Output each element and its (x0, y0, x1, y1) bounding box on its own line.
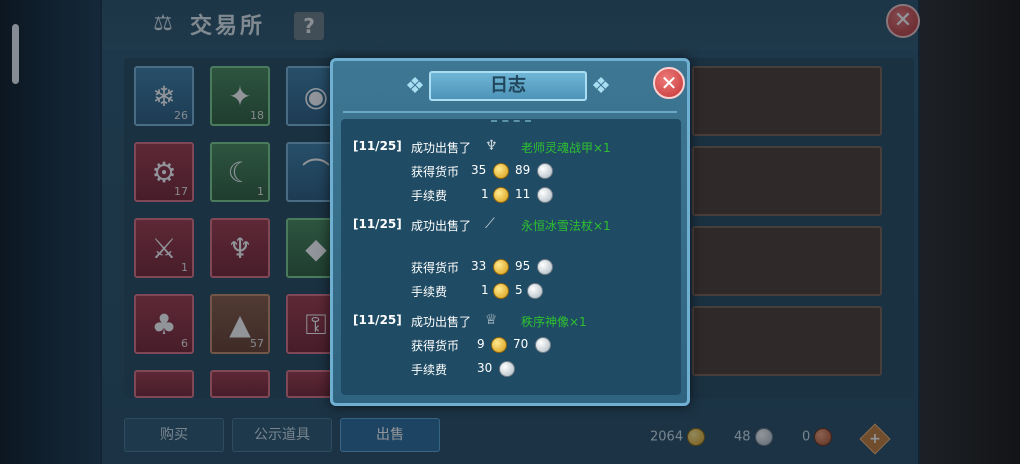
earned-label: 获得货币 (411, 165, 460, 179)
earned-label: 获得货币 (411, 339, 460, 353)
earned-gold: 9 (477, 337, 485, 351)
entry-item-name: 秩序神像×1 (521, 315, 587, 329)
gold-coin-icon (491, 337, 507, 353)
fee-label: 手续费 (411, 189, 448, 203)
silver-coin-icon (537, 187, 553, 203)
earned-silver: 95 (515, 259, 531, 273)
entry-sold-label: 成功出售了 (411, 315, 472, 329)
fee-silver: 11 (515, 187, 531, 201)
gold-coin-icon (493, 187, 509, 203)
divider (343, 111, 677, 113)
fee-silver: 5 (515, 283, 523, 297)
entry-item-name: 永恒冰雪法杖×1 (521, 219, 611, 233)
ornament-right-icon: ❖ (591, 74, 611, 99)
gold-coin-icon (493, 259, 509, 275)
entry-date: [11/25] (353, 139, 402, 153)
earned-silver: 89 (515, 163, 531, 177)
entry-date: [11/25] (353, 217, 402, 231)
gold-coin-icon (493, 283, 509, 299)
silver-coin-icon (527, 283, 543, 299)
log-close-button[interactable]: ✕ (653, 67, 685, 99)
fee-label: 手续费 (411, 285, 448, 299)
silver-coin-icon (499, 361, 515, 377)
earned-gold: 35 (471, 163, 487, 177)
silver-coin-icon (537, 259, 553, 275)
log-title-plate: 日志 (429, 71, 587, 101)
fee-gold: 1 (481, 283, 489, 297)
entry-sold-label: 成功出售了 (411, 219, 472, 233)
entry-date: [11/25] (353, 313, 402, 327)
ornament-left-icon: ❖ (405, 74, 425, 99)
fee-gold: 1 (481, 187, 489, 201)
log-list[interactable]: [11/25] 成功出售了 ♆ 老师灵魂战甲×1 获得货币 35 89 手续费 … (341, 119, 681, 395)
log-title-bar: ❖ 日志 ❖ (403, 69, 613, 105)
log-dialog: ❖ 日志 ❖ ✕ [11/25] 成功出售了 ♆ 老师灵魂战甲×1 获得货币 3… (330, 58, 690, 406)
earned-label: 获得货币 (411, 261, 460, 275)
fee-silver: 30 (477, 361, 493, 375)
silver-coin-icon (537, 163, 553, 179)
log-title: 日志 (490, 75, 526, 96)
earned-silver: 70 (513, 337, 529, 351)
scroll-indicator (491, 120, 531, 123)
entry-sold-label: 成功出售了 (411, 141, 472, 155)
statue-icon: ♕ (485, 312, 498, 328)
staff-icon: ⟋ (485, 216, 495, 232)
armor-icon: ♆ (485, 138, 498, 154)
entry-item-name: 老师灵魂战甲×1 (521, 141, 611, 155)
gold-coin-icon (493, 163, 509, 179)
fee-label: 手续费 (411, 363, 448, 377)
silver-coin-icon (535, 337, 551, 353)
earned-gold: 33 (471, 259, 487, 273)
